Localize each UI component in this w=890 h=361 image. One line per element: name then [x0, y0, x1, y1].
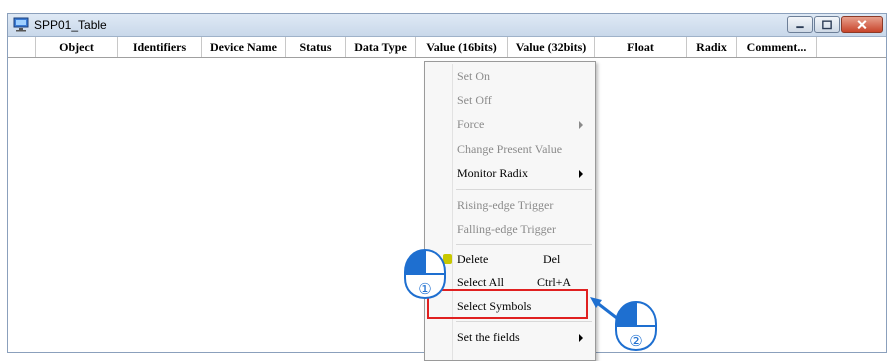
left-click-mouse-icon: ② — [615, 300, 657, 352]
pointer-arrow-icon — [590, 297, 623, 324]
callout-step-2: ② — [629, 332, 642, 350]
